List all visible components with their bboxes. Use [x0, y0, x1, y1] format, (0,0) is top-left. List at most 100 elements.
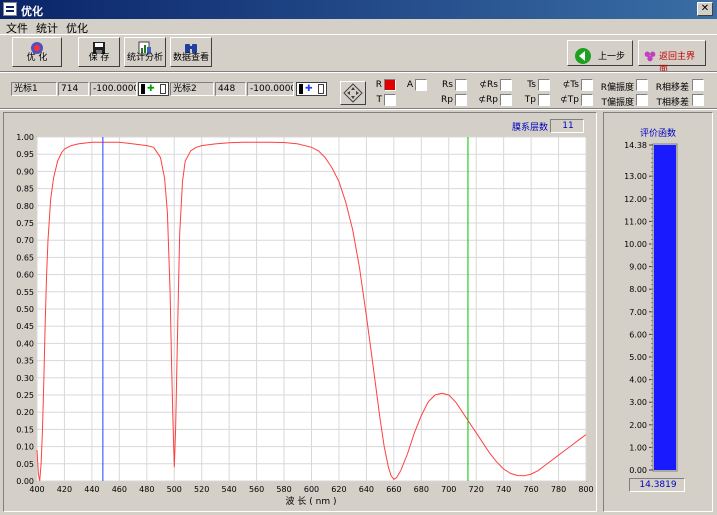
chk-phiTs-label: ⊄Ts — [562, 80, 579, 90]
chk-Tphase-label: T相移差 — [656, 98, 690, 108]
chk-R[interactable] — [384, 79, 396, 91]
x-tick-label: 700 — [441, 485, 456, 494]
chk-Rp[interactable] — [455, 94, 467, 106]
gauge-tick-label: 8.00 — [629, 285, 647, 294]
y-tick-label: 0.90 — [16, 167, 34, 176]
y-tick-label: 0.75 — [16, 219, 34, 228]
gauge-tick-label: 13.00 — [624, 172, 647, 181]
gauge-tick-label: 4.00 — [629, 376, 647, 385]
gauge-tick-label: 12.00 — [624, 195, 647, 204]
x-tick-label: 640 — [359, 485, 374, 494]
y-tick-label: 0.15 — [16, 425, 34, 434]
optimize-button[interactable]: 优 化 — [12, 37, 62, 67]
save-button[interactable]: 保 存 — [78, 37, 120, 67]
x-tick-label: 740 — [496, 485, 511, 494]
chk-Rphase-label: R相移差 — [655, 83, 689, 93]
x-tick-label: 400 — [29, 485, 44, 494]
y-tick-label: 0.60 — [16, 271, 34, 280]
back-arrow-icon — [575, 48, 591, 64]
chk-Tp[interactable] — [538, 94, 550, 106]
chk-Tpol-label: T偏振度 — [601, 98, 635, 108]
cursor2-control[interactable]: ✚ — [296, 82, 327, 96]
chk-phiRs-label: ⊄Rs — [479, 80, 498, 90]
cursor1-lock-icon — [160, 84, 166, 94]
window-title: 优化 — [21, 5, 43, 18]
y-tick-label: 0.95 — [16, 150, 34, 159]
chk-Rs[interactable] — [455, 79, 467, 91]
x-tick-label: 580 — [276, 485, 291, 494]
x-tick-label: 440 — [84, 485, 99, 494]
x-tick-label: 680 — [414, 485, 429, 494]
chk-Tphase[interactable] — [692, 94, 704, 106]
cursor1-control[interactable]: ✚ — [138, 82, 169, 96]
x-tick-label: 540 — [222, 485, 237, 494]
close-button[interactable]: ✕ — [697, 2, 713, 16]
home-button[interactable]: 返回主界面 — [638, 40, 706, 75]
gauge-tick-label: 9.00 — [629, 263, 647, 272]
layers-label: 膜系层数 — [512, 123, 549, 133]
cursor2-lock-icon — [318, 84, 324, 94]
save-label: 保 存 — [88, 53, 110, 63]
merit-gauge: 0.00 1.00 2.00 3.00 4.00 5.00 6.00 7.00 8.00 9.00… — [624, 141, 678, 474]
chk-Rpol-label: R偏振度 — [600, 83, 634, 93]
y-tick-label: 0.85 — [16, 185, 34, 194]
x-tick-label: 460 — [112, 485, 127, 494]
cursor2-y-field[interactable]: -100.0000 — [247, 82, 294, 96]
chk-T[interactable] — [384, 94, 396, 106]
gauge-tick-label: 10.00 — [624, 240, 647, 249]
prev-step-button[interactable]: 上一步 — [567, 40, 633, 66]
gauge-tick-label: 2.00 — [629, 421, 647, 430]
chk-Ts[interactable] — [538, 79, 550, 91]
x-tick-label: 800 — [578, 485, 593, 494]
cursor-move-button[interactable] — [340, 81, 366, 105]
x-tick-label: 480 — [139, 485, 154, 494]
y-tick-label: 1.00 — [16, 134, 34, 142]
cursor2-name: 光标2 — [170, 82, 214, 96]
app-icon — [3, 2, 17, 16]
y-tick-label: 0.50 — [16, 305, 34, 314]
chk-phiRs[interactable] — [500, 79, 512, 91]
y-tick-label: 0.45 — [16, 322, 34, 331]
cursor2-crosshair-icon: ✚ — [305, 84, 313, 94]
x-tick-label: 660 — [386, 485, 401, 494]
chk-phiTs[interactable] — [581, 79, 593, 91]
x-tick-label: 620 — [331, 485, 346, 494]
chk-Rp-label: Rp — [441, 95, 453, 105]
y-tick-label: 0.25 — [16, 391, 34, 400]
optimize-label: 优 化 — [26, 53, 48, 63]
diamond-arrows-icon — [343, 83, 363, 103]
gauge-fill — [654, 145, 676, 470]
home-icon — [644, 51, 656, 62]
y-tick-label: 0.40 — [16, 339, 34, 348]
prev-step-label: 上一步 — [598, 52, 626, 62]
gauge-tick-label: 1.00 — [629, 443, 647, 452]
x-tick-label: 600 — [304, 485, 319, 494]
chk-T-label: T — [376, 95, 383, 105]
cursor1-name: 光标1 — [11, 82, 57, 96]
cursor1-crosshair-icon: ✚ — [147, 84, 155, 94]
chk-Tp-label: Tp — [524, 95, 536, 105]
y-tick-label: 0.65 — [16, 253, 34, 262]
gauge-tick-label: 14.38 — [624, 141, 647, 150]
chk-Tpol[interactable] — [636, 94, 648, 106]
chk-R-label: R — [375, 80, 382, 90]
chk-phiTp[interactable] — [581, 94, 593, 106]
menu-bar: 文件 统计 优化 — [0, 19, 717, 35]
layers-field: 11 — [550, 119, 584, 133]
y-tick-label: 0.35 — [16, 357, 34, 366]
cursor2-x-field[interactable]: 448 — [215, 82, 246, 96]
y-tick-label: 0.05 — [16, 460, 34, 469]
chk-Rpol[interactable] — [636, 79, 648, 91]
cursor1-y-field[interactable]: -100.0000 — [90, 82, 137, 96]
data-view-button[interactable]: 数据查看 — [170, 37, 212, 67]
stats-button[interactable]: 统计分析 — [124, 37, 166, 67]
gauge-tick-label: 5.00 — [629, 353, 647, 362]
title-bar: 优化 ✕ — [0, 0, 717, 19]
spectrum-chart[interactable]: 0.000.050.100.150.200.250.300.350.400.45… — [6, 134, 594, 510]
chk-A[interactable] — [415, 79, 427, 91]
gauge-tick-label: 3.00 — [629, 398, 647, 407]
chk-Rphase[interactable] — [692, 79, 704, 91]
chk-phiRp[interactable] — [500, 94, 512, 106]
chk-A-label: A — [406, 80, 413, 90]
cursor1-x-field[interactable]: 714 — [58, 82, 89, 96]
